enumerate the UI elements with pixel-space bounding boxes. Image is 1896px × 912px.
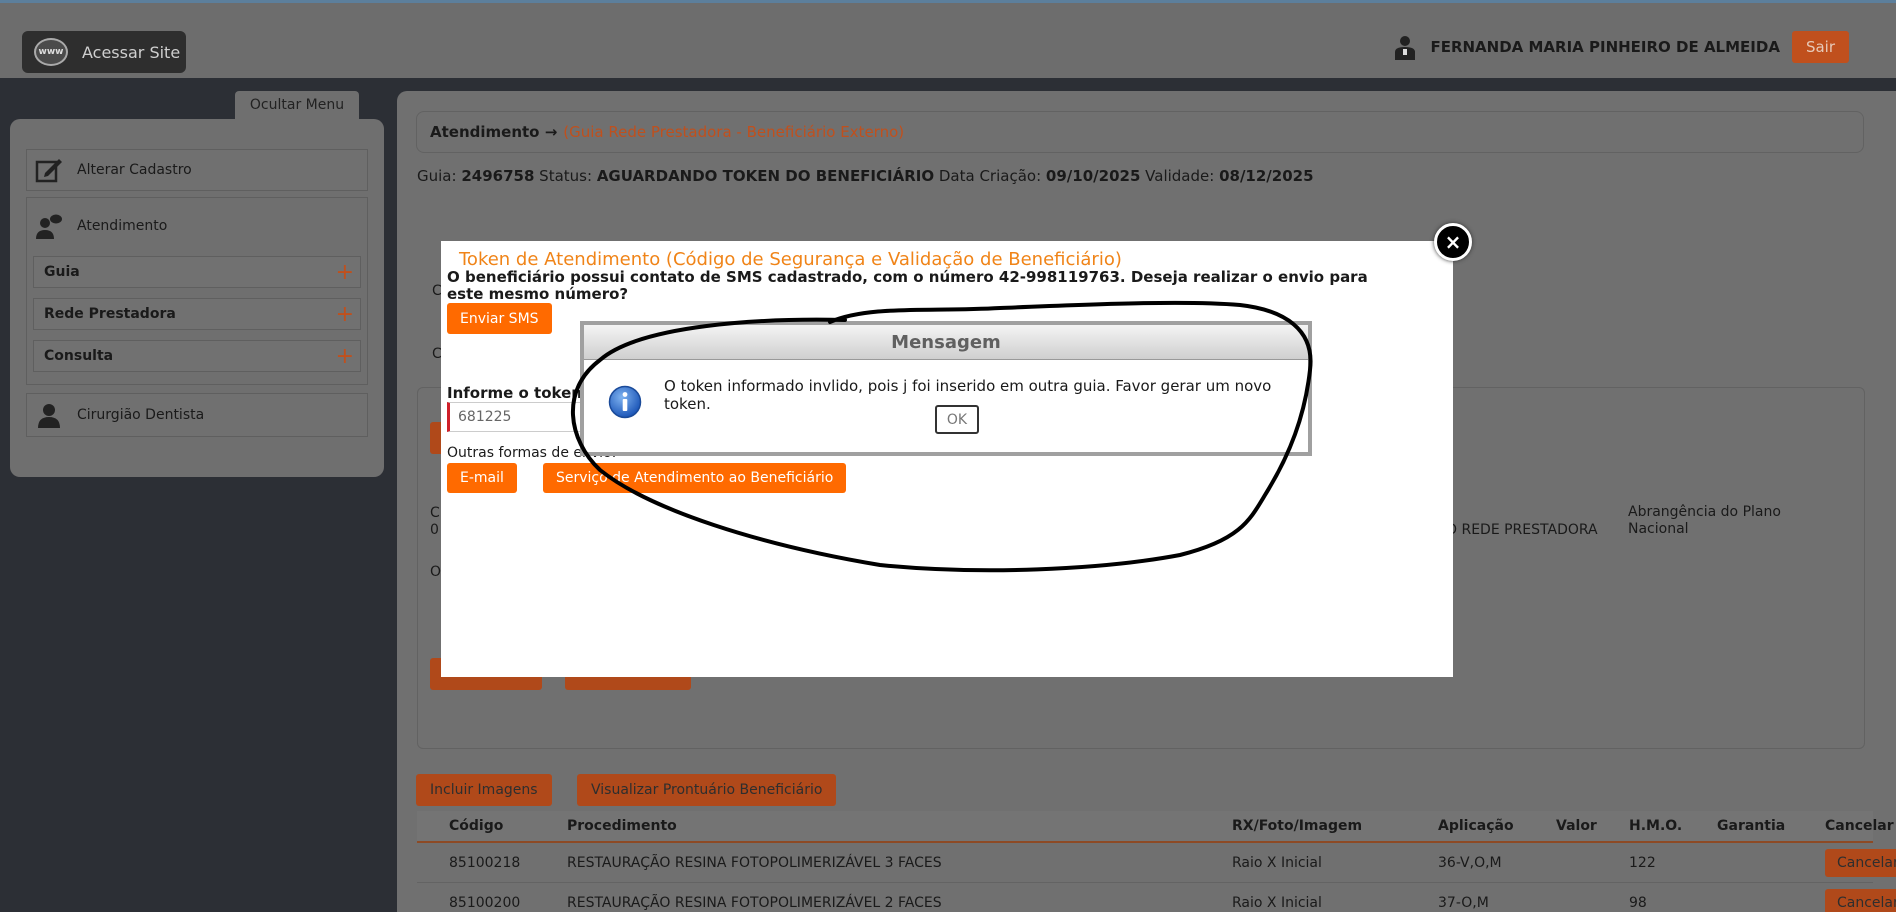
view-record-button[interactable]: Visualizar Prontuário Beneficiário: [577, 774, 837, 806]
cell-rx: Raio X Inicial: [1232, 854, 1322, 871]
breadcrumb: Atendimento → (Guia Rede Prestadora - Be…: [416, 111, 1864, 153]
sidebar-item-guia[interactable]: Guia +: [33, 256, 361, 288]
modal-message: O beneficiário possui contato de SMS cad…: [447, 268, 1368, 303]
sidebar-item-rede-prestadora[interactable]: Rede Prestadora +: [33, 298, 361, 330]
sidebar-item-consulta[interactable]: Consulta +: [33, 340, 361, 372]
cancel-row-button[interactable]: Cancelar: [1825, 848, 1896, 877]
sidebar-sub-label: Guia: [44, 264, 80, 280]
access-site-label: Acessar Site: [82, 42, 181, 62]
top-bar: www Acessar Site FERNANDA MARIA PINHEIRO…: [0, 0, 1896, 78]
modal-title: Token de Atendimento (Código de Seguranç…: [459, 249, 1122, 270]
sidebar-item-dentist[interactable]: Cirurgião Dentista: [26, 393, 368, 437]
ok-button[interactable]: OK: [935, 405, 979, 434]
token-modal: Token de Atendimento (Código de Seguranç…: [441, 241, 1453, 677]
header-procedure: Procedimento: [567, 818, 677, 834]
breadcrumb-root: Atendimento →: [430, 123, 558, 141]
user-icon: [1395, 36, 1416, 60]
table-header: Código Procedimento RX/Foto/Imagem Aplic…: [417, 811, 1894, 843]
message-dialog: Mensagem O token informado invlido, pois…: [580, 321, 1312, 456]
logout-button[interactable]: Sair: [1791, 31, 1849, 63]
header-hmo: H.M.O.: [1629, 818, 1683, 834]
info-icon: [608, 385, 642, 419]
token-label: Informe o token d: [447, 384, 598, 402]
sidebar-item-label: Alterar Cadastro: [77, 162, 192, 178]
header-cancel: Cancelar: [1825, 818, 1894, 834]
validity-value: 08/12/2025: [1219, 167, 1314, 185]
cell-hmo: 98: [1629, 894, 1647, 911]
cell-procedure: RESTAURAÇÃO RESINA FOTOPOLIMERIZÁVEL 3 F…: [567, 854, 942, 871]
scope-value: Nacional: [1628, 521, 1689, 537]
rede-prestadora-text: O REDE PRESTADORA: [1446, 522, 1598, 538]
cell-rx: Raio X Inicial: [1232, 894, 1322, 911]
guia-value: 2496758: [461, 167, 535, 185]
service-button[interactable]: Serviço de Atendimento ao Beneficiário: [543, 463, 847, 493]
table-row: 85100200 RESTAURAÇÃO RESINA FOTOPOLIMERI…: [417, 883, 1896, 912]
send-sms-button[interactable]: Enviar SMS: [447, 303, 552, 334]
cell-code: 85100200: [449, 894, 521, 911]
edit-icon: [35, 159, 62, 183]
guide-info: Guia: 2496758 Status: AGUARDANDO TOKEN D…: [417, 167, 1314, 185]
close-icon[interactable]: ×: [1434, 223, 1472, 261]
cell-hmo: 122: [1629, 854, 1656, 871]
message-text: O token informado invlido, pois j foi in…: [664, 377, 1272, 413]
cancel-row-button[interactable]: Cancelar: [1825, 888, 1896, 912]
breadcrumb-current: (Guia Rede Prestadora - Beneficiário Ext…: [563, 123, 905, 141]
sidebar-item-edit-profile[interactable]: Alterar Cadastro: [26, 149, 368, 191]
bg-partial-text: O: [430, 564, 442, 580]
status-value: AGUARDANDO TOKEN DO BENEFICIÁRIO: [596, 167, 935, 185]
procedures-table: Código Procedimento RX/Foto/Imagem Aplic…: [417, 811, 1896, 912]
table-row: 85100218 RESTAURAÇÃO RESINA FOTOPOLIMERI…: [417, 843, 1896, 883]
user-name: FERNANDA MARIA PINHEIRO DE ALMEIDA: [1430, 38, 1780, 56]
cell-procedure: RESTAURAÇÃO RESINA FOTOPOLIMERIZÁVEL 2 F…: [567, 894, 942, 911]
header-rx: RX/Foto/Imagem: [1232, 818, 1363, 834]
guia-label: Guia:: [417, 167, 457, 185]
bg-partial-text: 0: [430, 522, 439, 538]
www-globe-icon: www: [34, 38, 68, 66]
sidebar-item-label: Atendimento: [77, 218, 168, 234]
expand-plus-icon: +: [335, 343, 354, 369]
sidebar-sub-label: Rede Prestadora: [44, 306, 176, 322]
header-value: Valor: [1556, 818, 1597, 834]
validity-label: Validade:: [1145, 167, 1215, 185]
email-button[interactable]: E-mail: [447, 463, 517, 493]
header-warranty: Garantia: [1717, 818, 1786, 834]
sidebar-sub-label: Consulta: [44, 348, 114, 364]
scope-label: Abrangência do Plano: [1628, 504, 1781, 520]
status-label: Status:: [539, 167, 593, 185]
created-label: Data Criação:: [938, 167, 1042, 185]
access-site-button[interactable]: www Acessar Site: [22, 31, 186, 73]
person-icon: [38, 404, 60, 428]
expand-plus-icon: +: [335, 259, 354, 285]
include-images-button[interactable]: Incluir Imagens: [416, 774, 552, 806]
sidebar-item-attendance[interactable]: Atendimento: [33, 206, 361, 246]
message-title: Mensagem: [584, 325, 1308, 360]
cell-application: 37-O,M: [1438, 894, 1489, 911]
header-application: Aplicação: [1438, 818, 1514, 834]
cell-code: 85100218: [449, 854, 521, 871]
created-value: 09/10/2025: [1045, 167, 1141, 185]
sidebar-item-label: Cirurgião Dentista: [77, 407, 205, 423]
expand-plus-icon: +: [335, 301, 354, 327]
sidebar: Alterar Cadastro Atendimento Guia + Rede…: [10, 119, 384, 477]
header-code: Código: [449, 818, 504, 834]
person-talk-icon: [36, 214, 62, 239]
bg-partial-text: C: [430, 505, 440, 521]
user-area: FERNANDA MARIA PINHEIRO DE ALMEIDA Sair: [1394, 31, 1849, 63]
hide-menu-tab[interactable]: Ocultar Menu: [235, 91, 359, 119]
cell-application: 36-V,O,M: [1438, 854, 1502, 871]
sidebar-attendance-group: Atendimento Guia + Rede Prestadora + Con…: [26, 197, 368, 385]
